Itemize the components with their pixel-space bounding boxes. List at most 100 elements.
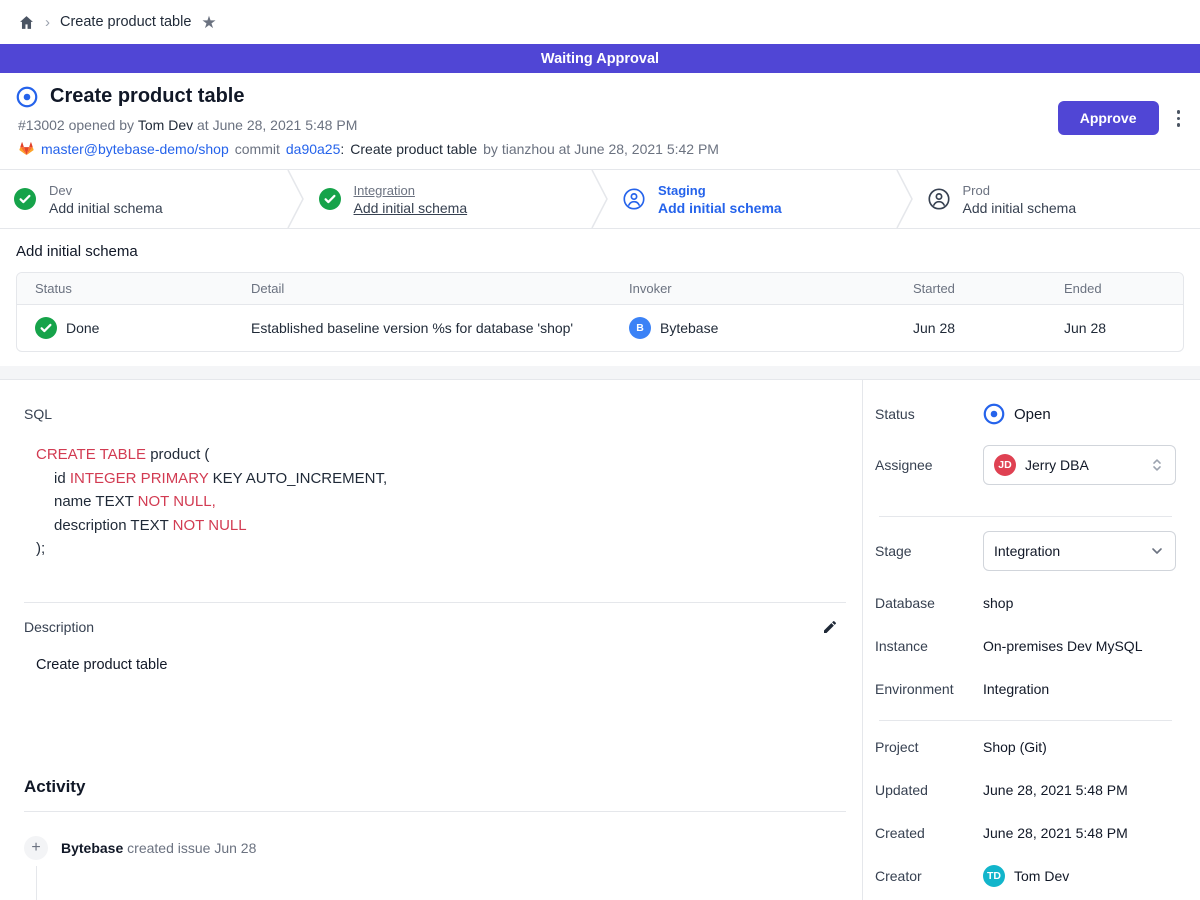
stage-task-label: Add initial schema (658, 200, 782, 216)
more-actions-icon[interactable] (1173, 104, 1185, 133)
stage-task-label: Add initial schema (354, 200, 468, 216)
open-status-icon (983, 403, 1005, 425)
task-invoker: Bytebase (660, 320, 718, 336)
environment-value: Integration (983, 681, 1049, 697)
task-started: Jun 28 (895, 308, 1046, 348)
activity-title: Activity (24, 777, 846, 797)
created-value: June 28, 2021 5:48 PM (983, 825, 1128, 841)
updated-label: Updated (875, 782, 983, 798)
assignee-select[interactable]: JD Jerry DBA (983, 445, 1176, 485)
sidebar-row-assignee: Assignee JD Jerry DBA (875, 445, 1176, 485)
branch-link[interactable]: master@bytebase-demo/shop (41, 141, 229, 157)
assignee-value: Jerry DBA (1025, 457, 1089, 473)
stage-env-label: Integration (354, 183, 468, 198)
task-detail: Established baseline version %s for data… (233, 308, 611, 348)
stage-pipeline: Dev Add initial schema Integration Add i… (0, 169, 1200, 229)
task-status: Done (66, 320, 99, 336)
timeline-connector (36, 866, 37, 900)
activity-action: created issue (127, 840, 210, 856)
assignee-label: Assignee (875, 457, 983, 473)
table-row: Done Established baseline version %s for… (17, 305, 1183, 351)
stage-separator (287, 170, 305, 228)
check-circle-icon (14, 188, 36, 210)
description-text: Create product table (36, 657, 846, 673)
project-value: Shop (Git) (983, 739, 1047, 755)
issue-header: Create product table #13002 opened by To… (0, 73, 1200, 169)
instance-label: Instance (875, 638, 983, 654)
sidebar-row-created: Created June 28, 2021 5:48 PM (875, 821, 1176, 845)
breadcrumb-current-page: Create product table (60, 14, 191, 30)
chevron-down-icon (1149, 543, 1165, 559)
sql-code: CREATE TABLE product (id INTEGER PRIMARY… (36, 443, 846, 561)
column-header-invoker: Invoker (611, 273, 895, 304)
issue-open-time: at June 28, 2021 5:48 PM (197, 117, 357, 133)
database-label: Database (875, 595, 983, 611)
divider (879, 516, 1172, 517)
environment-label: Environment (875, 681, 983, 697)
sidebar-row-environment: Environment Integration (875, 677, 1176, 701)
commit-byline: by tianzhou at June 28, 2021 5:42 PM (483, 141, 719, 157)
task-table-header: Status Detail Invoker Started Ended (17, 273, 1183, 305)
created-label: Created (875, 825, 983, 841)
issue-sidebar: Status Open Assignee JD Jerry DBA Stage … (862, 380, 1200, 900)
project-label: Project (875, 739, 983, 755)
issue-id: #13002 opened by (18, 117, 134, 133)
creator-value: Tom Dev (1014, 868, 1069, 884)
banner-text: Waiting Approval (541, 51, 659, 67)
commit-separator: : (340, 141, 344, 157)
sidebar-row-project: Project Shop (Git) (875, 735, 1176, 759)
description-label: Description (24, 619, 94, 635)
stage-env-label: Staging (658, 183, 782, 198)
main-content: SQL CREATE TABLE product (id INTEGER PRI… (0, 380, 862, 900)
divider (24, 602, 846, 603)
assignee-avatar: JD (994, 454, 1016, 476)
task-table: Status Detail Invoker Started Ended Done… (16, 272, 1184, 352)
pipeline-stage-dev[interactable]: Dev Add initial schema (0, 170, 287, 228)
pipeline-stage-integration[interactable]: Integration Add initial schema (305, 170, 592, 228)
activity-date: Jun 28 (214, 840, 256, 856)
pipeline-stage-prod[interactable]: Prod Add initial schema (914, 170, 1200, 228)
up-down-chevron-icon (1149, 457, 1165, 473)
stage-label: Stage (875, 543, 983, 559)
plus-icon: + (24, 836, 48, 860)
stage-value: Integration (994, 543, 1060, 559)
sidebar-row-updated: Updated June 28, 2021 5:48 PM (875, 778, 1176, 802)
activity-item: + Bytebase created issue Jun 28 (24, 836, 846, 860)
divider (879, 720, 1172, 721)
page-title: Create product table (50, 85, 244, 108)
home-icon[interactable] (18, 14, 35, 31)
vcs-commit-row: master@bytebase-demo/shop commit da90a25… (18, 140, 719, 157)
stage-separator (896, 170, 914, 228)
star-icon[interactable]: ★ (201, 14, 216, 31)
column-header-status: Status (17, 273, 233, 304)
commit-hash-link[interactable]: da90a25 (286, 141, 341, 157)
creator-avatar: TD (983, 865, 1005, 887)
commit-message: Create product table (350, 141, 477, 157)
commit-word: commit (235, 141, 280, 157)
task-ended: Jun 28 (1046, 308, 1183, 348)
status-label: Status (875, 406, 983, 422)
edit-pencil-icon[interactable] (822, 619, 838, 635)
gitlab-icon (18, 140, 35, 157)
breadcrumb-chevron-icon: › (45, 14, 50, 31)
breadcrumb: › Create product table ★ (0, 0, 1200, 44)
status-value: Open (1014, 406, 1051, 423)
issue-meta: #13002 opened by Tom Dev at June 28, 202… (18, 117, 719, 133)
stage-env-label: Prod (963, 183, 1077, 198)
sidebar-row-instance: Instance On-premises Dev MySQL (875, 634, 1176, 658)
sql-label: SQL (24, 406, 846, 422)
issue-author: Tom Dev (138, 117, 193, 133)
stage-task-label: Add initial schema (963, 200, 1077, 216)
invoker-avatar: B (629, 317, 651, 339)
instance-value: On-premises Dev MySQL (983, 638, 1142, 654)
stage-select[interactable]: Integration (983, 531, 1176, 571)
approve-button[interactable]: Approve (1058, 101, 1159, 135)
activity-actor: Bytebase (61, 840, 123, 856)
sidebar-row-stage: Stage Integration (875, 531, 1176, 571)
updated-value: June 28, 2021 5:48 PM (983, 782, 1128, 798)
assignee-user-icon (928, 188, 950, 210)
column-header-ended: Ended (1046, 273, 1183, 304)
check-circle-icon (35, 317, 57, 339)
pipeline-stage-staging[interactable]: Staging Add initial schema (609, 170, 896, 228)
sidebar-row-database: Database shop (875, 591, 1176, 615)
